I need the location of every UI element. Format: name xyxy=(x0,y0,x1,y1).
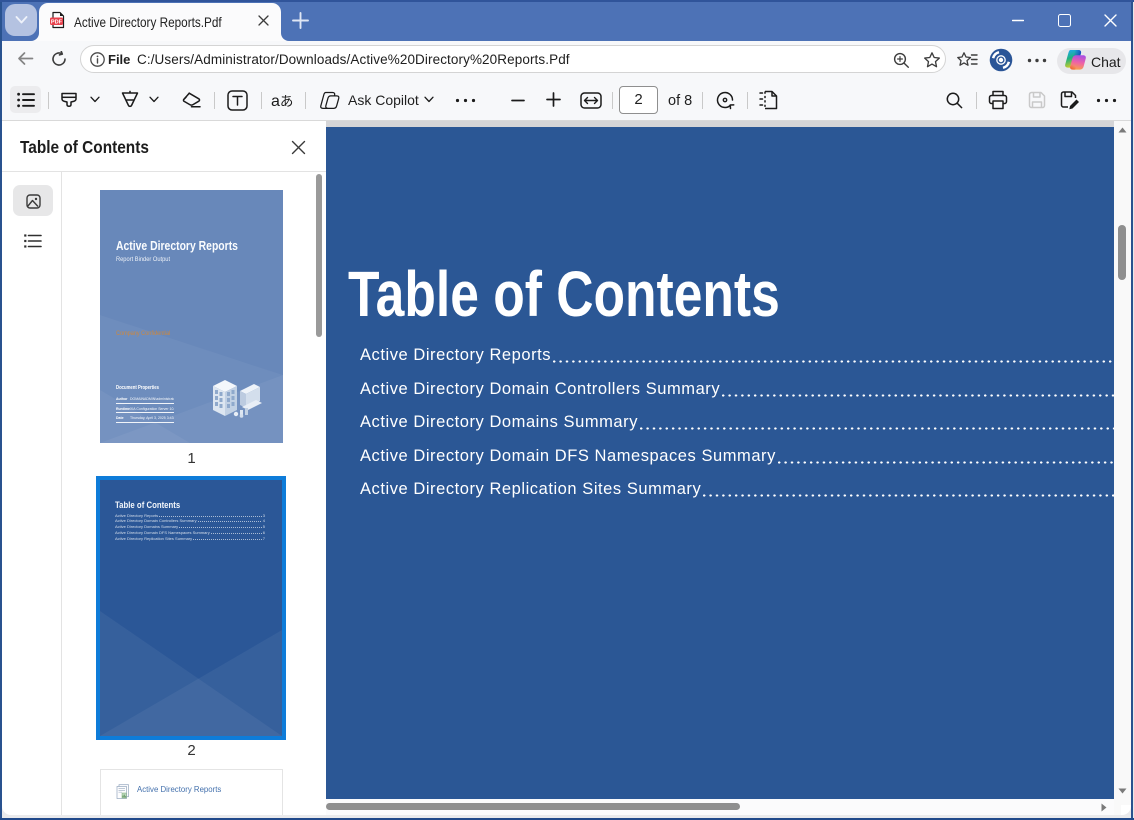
svg-text:PDF: PDF xyxy=(51,19,63,25)
